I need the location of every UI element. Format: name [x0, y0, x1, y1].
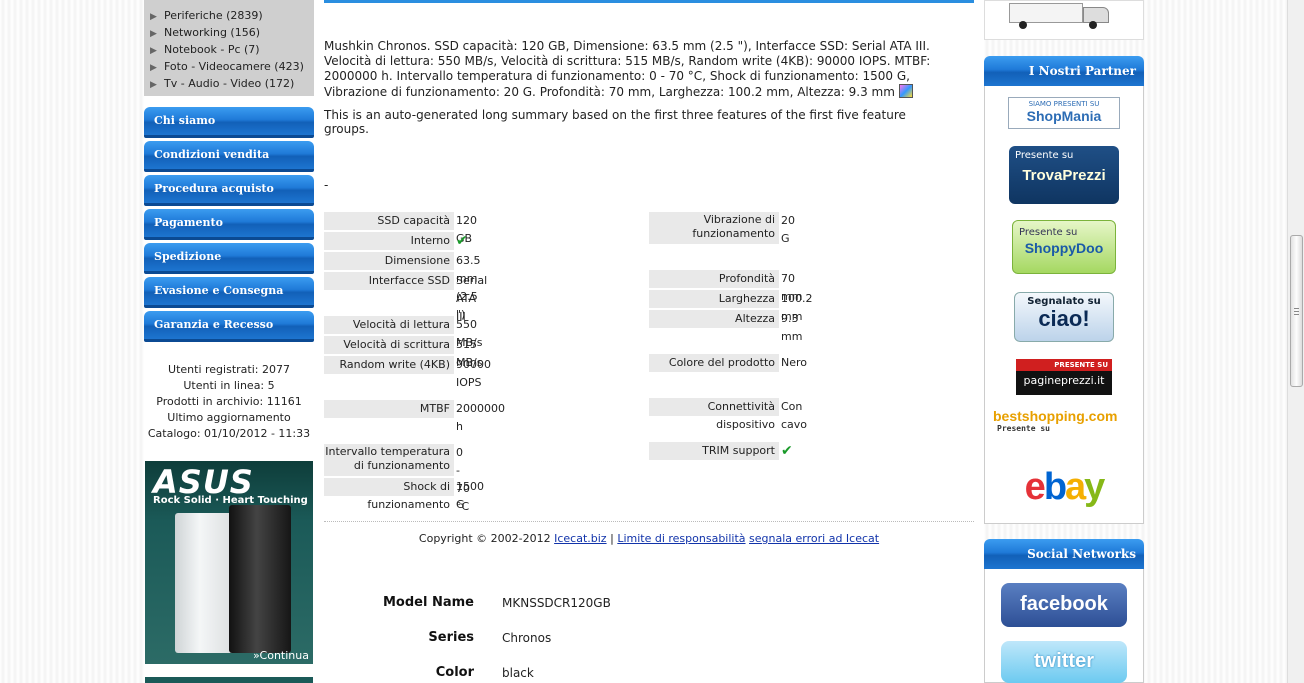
next-banner-strip	[145, 677, 313, 683]
truck-cab-icon	[1083, 7, 1109, 23]
trovaprezzi-logo[interactable]: Presente su TrovaPrezzi	[1009, 146, 1119, 204]
product-summary: This is an auto-generated long summary b…	[324, 108, 906, 136]
stat-registered-users: Utenti registrati: 2077	[168, 363, 290, 376]
grip-line	[1294, 311, 1299, 312]
report-errors-link[interactable]: segnala errori ad Icecat	[749, 532, 879, 545]
twitter-button[interactable]: twitter	[1001, 641, 1127, 683]
detail-label-series: Series	[428, 630, 474, 645]
category-item[interactable]: ▶ Periferiche (2839)	[150, 7, 263, 24]
nav-garanzia-recesso[interactable]: Garanzia e Recesso	[144, 311, 314, 342]
detail-value-color: black	[502, 666, 534, 680]
product-description: Mushkin Chronos. SSD capacità: 120 GB, D…	[324, 39, 931, 99]
detail-value-series: Chronos	[502, 631, 552, 645]
social-panel: facebook twitter	[984, 569, 1144, 683]
stat-last-update: Ultimo aggiornamento	[167, 411, 291, 424]
nav-condizioni-vendita[interactable]: Condizioni vendita	[144, 141, 314, 172]
partners-header: I Nostri Partner	[984, 56, 1144, 86]
icecat-link[interactable]: Icecat.biz	[554, 532, 606, 545]
stat-catalog-date: Catalogo: 01/10/2012 - 11:33	[147, 427, 311, 440]
vertical-scrollbar[interactable]	[1287, 0, 1304, 683]
dash-text: -	[324, 178, 329, 192]
nav-pagamento[interactable]: Pagamento	[144, 209, 314, 240]
top-divider	[324, 0, 974, 3]
scrollbar-thumb[interactable]	[1290, 235, 1303, 387]
pc-case-black-image	[229, 505, 291, 653]
nav-spedizione[interactable]: Spedizione	[144, 243, 314, 274]
shopmania-logo[interactable]: SIAMO PRESENTI SU ShopMania	[1008, 97, 1120, 129]
ebay-logo[interactable]: ebay ebay	[1009, 464, 1119, 510]
category-list: ▶ Periferiche (2839) ▶ Networking (156) ▶ N…	[144, 0, 314, 96]
left-sidebar: ▶ Periferiche (2839) ▶ Networking (156) ▶ N…	[144, 0, 314, 683]
nav-evasione-consegna[interactable]: Evasione e Consegna	[144, 277, 314, 308]
partners-panel: SIAMO PRESENTI SU ShopMania Presente su …	[984, 86, 1144, 524]
facebook-button[interactable]: facebook	[1001, 583, 1127, 627]
category-item[interactable]: ▶ Tv - Audio - Video (172)	[150, 75, 294, 92]
wheel-icon	[1019, 21, 1027, 29]
pagineprezzi-logo[interactable]: PRESENTE SU pagineprezzi.it	[1016, 359, 1112, 395]
ciao-logo[interactable]: Segnalato su ciao!	[1014, 292, 1114, 342]
detail-label-model: Model Name	[383, 595, 474, 610]
stat-online-users: Utenti in linea: 5	[183, 379, 275, 392]
nav-procedura-acquisto[interactable]: Procedura acquisto	[144, 175, 314, 206]
right-sidebar: I Nostri Partner SIAMO PRESENTI SU ShopM…	[984, 0, 1144, 683]
stat-products: Prodotti in archivio: 11161	[156, 395, 302, 408]
bestshopping-logo[interactable]: bestshopping.com Presente su	[993, 408, 1135, 442]
footer-divider	[324, 521, 974, 522]
grip-line	[1294, 314, 1299, 315]
detail-value-model: MKNSSDCR120GB	[502, 596, 611, 610]
asus-continue-link[interactable]: »Continua	[253, 649, 309, 662]
arrow-icon: ▶	[150, 80, 157, 90]
copyright-line: Copyright © 2002-2012 Icecat.biz | Limit…	[418, 532, 880, 545]
nav-chi-siamo[interactable]: Chi siamo	[144, 107, 314, 138]
limits-link[interactable]: Limite di responsabilità	[617, 532, 745, 545]
info-image-icon[interactable]	[898, 84, 913, 98]
pc-case-white-image	[175, 513, 237, 653]
main-content: Mushkin Chronos. SSD capacità: 120 GB, D…	[314, 0, 984, 683]
category-item[interactable]: ▶ Foto - Videocamere (423)	[150, 58, 304, 75]
truck-icon	[1009, 3, 1083, 23]
asus-banner[interactable]: ASUS Rock Solid · Heart Touching »Contin…	[145, 461, 313, 664]
shoppydoo-logo[interactable]: Presente su ShoppyDoo	[1012, 220, 1116, 274]
grip-line	[1294, 308, 1299, 309]
check-icon: ✔	[781, 443, 793, 459]
truck-banner[interactable]	[984, 0, 1144, 40]
detail-label-color: Color	[435, 665, 474, 680]
category-item[interactable]: ▶ Networking (156)	[150, 24, 260, 41]
category-item[interactable]: ▶ Notebook - Pc (7)	[150, 41, 260, 58]
social-header: Social Networks	[984, 539, 1144, 569]
check-icon: ✔	[456, 233, 468, 249]
wheel-icon	[1089, 21, 1097, 29]
